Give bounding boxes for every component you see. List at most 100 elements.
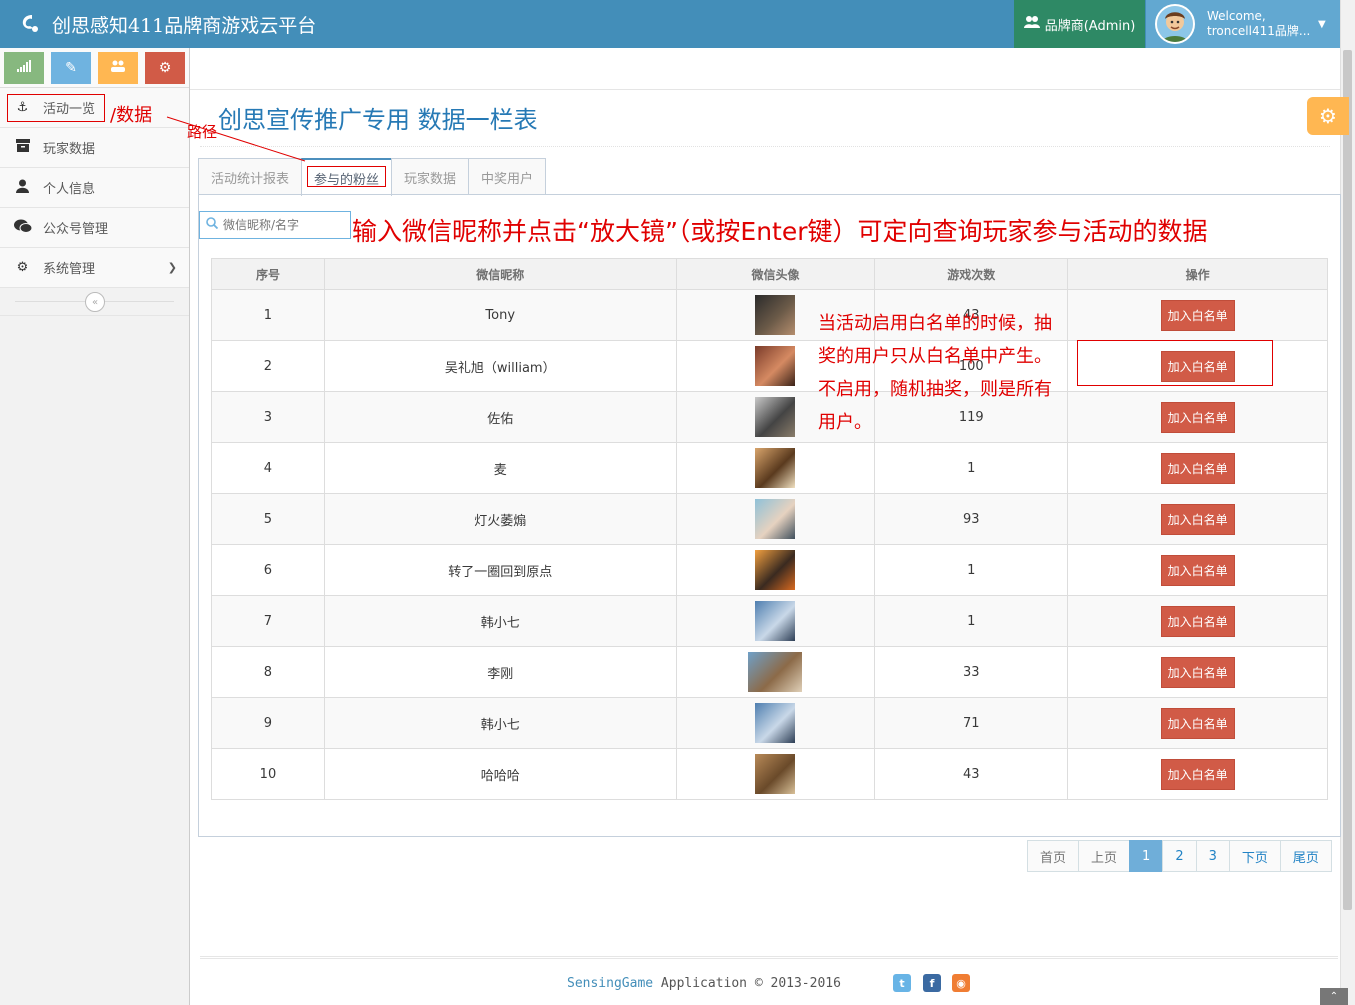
cell-action: 加入白名单 bbox=[1067, 289, 1328, 341]
back-to-top-button[interactable]: ⌃ bbox=[1320, 988, 1348, 1005]
top-navbar: 创思感知411品牌商游戏云平台 品牌商(Admin) Welcome, tron… bbox=[0, 0, 1355, 48]
settings-shortcut-button[interactable]: ⚙ bbox=[145, 51, 185, 84]
table-row: 1 Tony 43 加入白名单 bbox=[211, 289, 1328, 341]
cell-count: 93 bbox=[874, 493, 1069, 545]
rss-icon[interactable]: ◉ bbox=[952, 974, 970, 992]
user-greeting: Welcome, troncell411品牌... bbox=[1207, 9, 1312, 39]
scrollbar-thumb[interactable] bbox=[1343, 50, 1352, 910]
role-button[interactable]: 品牌商(Admin) bbox=[1014, 0, 1145, 48]
page-button-1[interactable]: 1 bbox=[1129, 840, 1164, 872]
double-angle-left-icon[interactable]: « bbox=[85, 292, 105, 312]
cell-count: 119 bbox=[874, 391, 1069, 443]
add-whitelist-button[interactable]: 加入白名单 bbox=[1160, 656, 1235, 688]
sidebar-shortcuts: ✎ ⚙ bbox=[0, 48, 189, 88]
page-button-3[interactable]: 3 bbox=[1195, 840, 1230, 872]
users-shortcut-button[interactable] bbox=[98, 51, 138, 84]
column-header-avatar[interactable]: 微信头像 bbox=[675, 258, 876, 290]
search-input[interactable] bbox=[223, 218, 343, 232]
cog-icon: ⚙ bbox=[1319, 104, 1337, 128]
add-whitelist-button[interactable]: 加入白名单 bbox=[1160, 452, 1235, 484]
column-header-count[interactable]: 游戏次数 bbox=[874, 258, 1069, 290]
cell-count: 1 bbox=[874, 442, 1069, 494]
add-whitelist-button[interactable]: 加入白名单 bbox=[1160, 401, 1235, 433]
next-page-button[interactable]: 下页 bbox=[1228, 840, 1281, 872]
sidebar-item-system[interactable]: ⚙ 系统管理 ❯ bbox=[0, 248, 189, 288]
page-button-2[interactable]: 2 bbox=[1162, 840, 1197, 872]
first-page-button[interactable]: 首页 bbox=[1027, 840, 1080, 872]
annotation-arrow bbox=[166, 116, 306, 162]
prev-page-button[interactable]: 上页 bbox=[1078, 840, 1131, 872]
tab-player-data[interactable]: 玩家数据 bbox=[391, 158, 470, 195]
last-page-button[interactable]: 尾页 bbox=[1279, 840, 1332, 872]
cell-avatar bbox=[675, 391, 876, 443]
sidebar-collapse-row: « bbox=[0, 288, 189, 316]
stats-shortcut-button[interactable] bbox=[4, 51, 44, 84]
caret-down-icon[interactable]: ▼ bbox=[1318, 19, 1326, 30]
cell-nickname: 吴礼旭（william） bbox=[323, 340, 677, 392]
avatar bbox=[1155, 4, 1195, 44]
user-avatar-image bbox=[755, 295, 796, 335]
cell-avatar bbox=[675, 544, 876, 596]
chevron-down-icon: ❯ bbox=[167, 261, 177, 274]
user-menu[interactable]: Welcome, troncell411品牌... ▼ bbox=[1146, 0, 1340, 48]
add-whitelist-button[interactable]: 加入白名单 bbox=[1160, 554, 1235, 586]
cell-no: 4 bbox=[211, 442, 325, 494]
cell-nickname: 哈哈哈 bbox=[323, 748, 677, 800]
add-whitelist-button[interactable]: 加入白名单 bbox=[1160, 605, 1235, 637]
cell-action: 加入白名单 bbox=[1067, 748, 1328, 800]
sidebar-item-wechat-accounts[interactable]: 公众号管理 bbox=[0, 208, 189, 248]
add-whitelist-button[interactable]: 加入白名单 bbox=[1160, 707, 1235, 739]
tab-participating-fans[interactable]: 参与的粉丝 bbox=[301, 158, 393, 196]
cell-avatar bbox=[675, 646, 876, 698]
column-header-nickname[interactable]: 微信昵称 bbox=[323, 258, 677, 290]
cell-count: 1 bbox=[874, 544, 1069, 596]
column-header-no[interactable]: 序号 bbox=[211, 258, 325, 290]
add-whitelist-button[interactable]: 加入白名单 bbox=[1160, 503, 1235, 535]
twitter-icon[interactable]: t bbox=[893, 974, 911, 992]
group-icon bbox=[110, 60, 126, 76]
wechat-icon bbox=[14, 219, 33, 237]
welcome-text: Welcome, bbox=[1207, 9, 1266, 23]
sidebar-item-player-data[interactable]: 玩家数据 bbox=[0, 128, 189, 168]
sidebar-item-label: 个人信息 bbox=[43, 182, 96, 197]
table-row: 5 灯火萎煽 93 加入白名单 bbox=[211, 493, 1328, 545]
add-whitelist-button[interactable]: 加入白名单 bbox=[1160, 299, 1235, 331]
cell-avatar bbox=[675, 340, 876, 392]
table-row: 9 韩小七 71 加入白名单 bbox=[211, 697, 1328, 749]
add-whitelist-button[interactable]: 加入白名单 bbox=[1160, 758, 1235, 790]
edit-shortcut-button[interactable]: ✎ bbox=[51, 51, 91, 84]
cell-no: 3 bbox=[211, 391, 325, 443]
cell-avatar bbox=[675, 442, 876, 494]
sidebar-item-label: 系统管理 bbox=[43, 262, 96, 277]
brand[interactable]: 创思感知411品牌商游戏云平台 bbox=[18, 0, 316, 48]
cell-count: 43 bbox=[874, 289, 1069, 341]
table-row: 3 佐佑 119 加入白名单 bbox=[211, 391, 1328, 443]
user-avatar-image bbox=[755, 550, 796, 590]
double-angle-up-icon: ⌃ bbox=[1329, 991, 1339, 1002]
sidebar-item-activities[interactable]: ⚓ 活动一览 bbox=[0, 88, 189, 128]
cell-count: 33 bbox=[874, 646, 1069, 698]
cell-nickname: Tony bbox=[323, 289, 677, 341]
user-avatar-image bbox=[748, 652, 803, 692]
user-avatar-image bbox=[755, 703, 796, 743]
sidebar-item-label: 玩家数据 bbox=[43, 142, 96, 157]
cell-avatar bbox=[675, 748, 876, 800]
cell-nickname: 李刚 bbox=[323, 646, 677, 698]
brand-title: 创思感知411品牌商游戏云平台 bbox=[52, 14, 317, 37]
sidebar-item-profile[interactable]: 个人信息 bbox=[0, 168, 189, 208]
column-header-action: 操作 bbox=[1067, 258, 1328, 290]
footer-copyright: Application © 2013-2016 bbox=[653, 976, 841, 991]
search-box[interactable] bbox=[199, 211, 351, 239]
add-whitelist-button[interactable]: 加入白名单 bbox=[1160, 350, 1235, 382]
facebook-icon[interactable]: f bbox=[923, 974, 941, 992]
table-row: 8 李刚 33 加入白名单 bbox=[211, 646, 1328, 698]
cell-nickname: 佐佑 bbox=[323, 391, 677, 443]
settings-toggle-button[interactable]: ⚙ bbox=[1307, 97, 1349, 135]
cell-no: 7 bbox=[211, 595, 325, 647]
search-icon[interactable] bbox=[206, 217, 219, 233]
user-name: troncell411品牌... bbox=[1207, 24, 1311, 38]
cell-avatar bbox=[675, 493, 876, 545]
table-row: 10 哈哈哈 43 加入白名单 bbox=[211, 748, 1328, 800]
tab-winners[interactable]: 中奖用户 bbox=[468, 158, 547, 195]
cell-nickname: 灯火萎煽 bbox=[323, 493, 677, 545]
